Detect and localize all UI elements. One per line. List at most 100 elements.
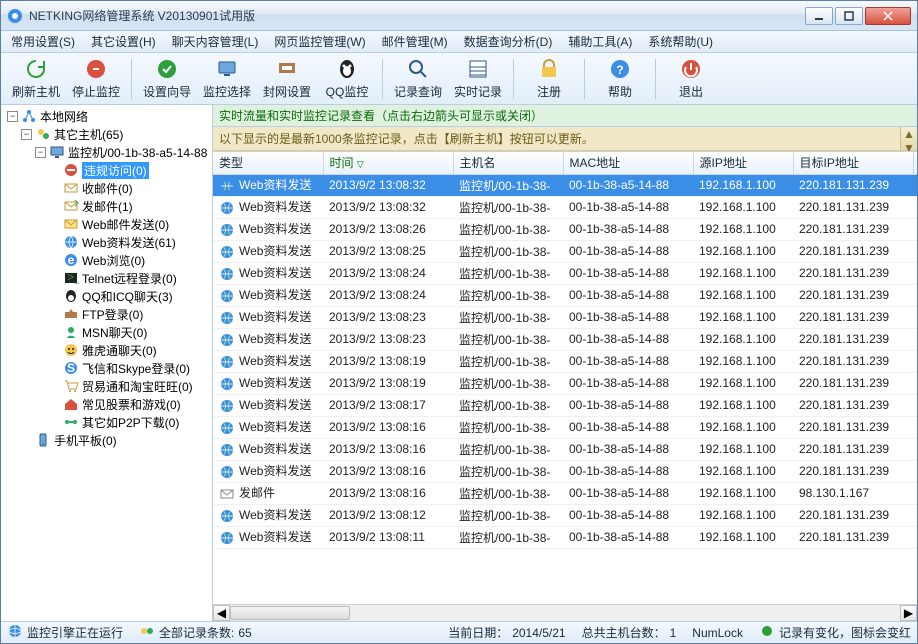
col-header-3[interactable]: MAC地址 <box>563 152 693 174</box>
close-button[interactable] <box>865 7 911 25</box>
col-header-4[interactable]: 源IP地址 <box>693 152 793 174</box>
tree-item-2[interactable]: 发邮件(1) <box>47 197 210 215</box>
app-window: NETKING网络管理系统 V20130901试用版 常用设置(S)其它设置(H… <box>0 0 918 644</box>
scroll-track[interactable] <box>230 605 900 621</box>
toolbar-qq-monitor[interactable]: QQ监控 <box>318 55 376 103</box>
tree-item-12[interactable]: 贸易通和淘宝旺旺(0) <box>47 377 210 395</box>
tree-item-1[interactable]: 收邮件(0) <box>47 179 210 197</box>
cell: 发送信 <box>913 526 917 548</box>
tree-item-3[interactable]: Web邮件发送(0) <box>47 215 210 233</box>
tree-item-8[interactable]: FTP登录(0) <box>47 305 210 323</box>
tree-item-7[interactable]: QQ和ICQ聊天(3) <box>47 287 210 305</box>
table-row[interactable]: Web资料发送2013/9/2 13:08:12监控机/00-1b-38-00-… <box>213 504 917 526</box>
col-header-0[interactable]: 类型 <box>213 152 323 174</box>
col-header-2[interactable]: 主机名 <box>453 152 563 174</box>
tree-item-4[interactable]: Web资料发送(61) <box>47 233 210 251</box>
cell: 向网站 <box>913 262 917 284</box>
menu-item-6[interactable]: 辅助工具(A) <box>562 31 638 52</box>
cell: 192.168.1.100 <box>693 504 793 526</box>
table-row[interactable]: Web资料发送2013/9/2 13:08:32监控机/00-1b-38-00-… <box>213 174 917 196</box>
stop-monitor-icon <box>84 57 108 81</box>
menu-item-7[interactable]: 系统帮助(U) <box>642 31 719 52</box>
tree-label: 收邮件(0) <box>82 180 133 197</box>
toolbar-refresh-hosts[interactable]: 刷新主机 <box>7 55 65 103</box>
table-row[interactable]: Web资料发送2013/9/2 13:08:32监控机/00-1b-38-00-… <box>213 196 917 218</box>
cell: 监控机/00-1b-38- <box>453 328 563 350</box>
cell: 220.181.131.239 <box>793 262 913 284</box>
tree-item-13[interactable]: 常见股票和游戏(0) <box>47 395 210 413</box>
table-row[interactable]: Web资料发送2013/9/2 13:08:16监控机/00-1b-38-00-… <box>213 416 917 438</box>
tree-item-5[interactable]: eWeb浏览(0) <box>47 251 210 269</box>
cell: Web资料发送 <box>213 416 323 438</box>
maximize-button[interactable] <box>835 7 863 25</box>
tree-item-6[interactable]: >_Telnet远程登录(0) <box>47 269 210 287</box>
window-controls <box>805 7 911 25</box>
hint-scroll[interactable]: ▲▼ <box>900 127 917 150</box>
table-row[interactable]: 发邮件2013/9/2 13:08:16监控机/00-1b-38-00-1b-3… <box>213 482 917 504</box>
col-header-5[interactable]: 目标IP地址 <box>793 152 913 174</box>
tree-label: FTP登录(0) <box>82 306 143 323</box>
toolbar-record-query[interactable]: 记录查询 <box>389 55 447 103</box>
tree-item-9[interactable]: MSN聊天(0) <box>47 323 210 341</box>
expander-icon[interactable]: − <box>35 147 46 158</box>
toolbar-stop-monitor[interactable]: 停止监控 <box>67 55 125 103</box>
cell: 监控机/00-1b-38- <box>453 438 563 460</box>
menu-item-5[interactable]: 数据查询分析(D) <box>458 31 559 52</box>
table-row[interactable]: Web资料发送2013/9/2 13:08:19监控机/00-1b-38-00-… <box>213 350 917 372</box>
tree-root[interactable]: −本地网络 <box>5 107 210 125</box>
menubar: 常用设置(S)其它设置(H)聊天内容管理(L)网页监控管理(W)邮件管理(M)数… <box>1 31 917 53</box>
toolbar-block-net[interactable]: 封网设置 <box>258 55 316 103</box>
menu-item-1[interactable]: 其它设置(H) <box>85 31 162 52</box>
col-header-1[interactable]: 时间 ▽ <box>323 152 453 174</box>
col-header-6[interactable]: 标题 <box>913 152 917 174</box>
tree-item-0[interactable]: 违规访问(0) <box>47 161 210 179</box>
menu-item-3[interactable]: 网页监控管理(W) <box>268 31 371 52</box>
cell: 192.168.1.100 <box>693 438 793 460</box>
h-scrollbar[interactable]: ◀ ▶ <box>213 604 917 621</box>
cell: 220.181.131.239 <box>793 504 913 526</box>
tree-item-10[interactable]: 雅虎通聊天(0) <box>47 341 210 359</box>
menu-item-4[interactable]: 邮件管理(M) <box>376 31 454 52</box>
toolbar-register[interactable]: 注册 <box>520 55 578 103</box>
tree-host[interactable]: −监控机/00-1b-38-a5-14-88 <box>33 143 210 161</box>
toolbar-realtime-record[interactable]: 实时记录 <box>449 55 507 103</box>
toolbar-monitor-select[interactable]: 监控选择 <box>198 55 256 103</box>
toolbar-help[interactable]: ?帮助 <box>591 55 649 103</box>
table-row[interactable]: Web资料发送2013/9/2 13:08:23监控机/00-1b-38-00-… <box>213 306 917 328</box>
table-row[interactable]: Web资料发送2013/9/2 13:08:19监控机/00-1b-38-00-… <box>213 372 917 394</box>
scroll-left[interactable]: ◀ <box>213 605 230 621</box>
toolbar-setup-wizard[interactable]: 设置向导 <box>138 55 196 103</box>
hint-bar: 以下显示的是最新1000条监控记录，点击【刷新主机】按钮可以更新。 ▲▼ <box>213 127 917 151</box>
ie-icon: e <box>63 252 79 268</box>
tree-group[interactable]: −其它主机(65) <box>19 125 210 143</box>
menu-item-0[interactable]: 常用设置(S) <box>5 31 81 52</box>
sidebar-tree[interactable]: −本地网络−其它主机(65)−监控机/00-1b-38-a5-14-88违规访问… <box>1 105 213 621</box>
menu-item-2[interactable]: 聊天内容管理(L) <box>166 31 265 52</box>
content-area: −本地网络−其它主机(65)−监控机/00-1b-38-a5-14-88违规访问… <box>1 105 917 621</box>
tree-item-11[interactable]: S飞信和Skype登录(0) <box>47 359 210 377</box>
tree-item-14[interactable]: 其它如P2P下载(0) <box>47 413 210 431</box>
table-row[interactable]: Web资料发送2013/9/2 13:08:26监控机/00-1b-38-00-… <box>213 218 917 240</box>
table-row[interactable]: Web资料发送2013/9/2 13:08:16监控机/00-1b-38-00-… <box>213 460 917 482</box>
register-icon <box>537 57 561 81</box>
cell: 2013/9/2 13:08:19 <box>323 350 453 372</box>
record-table-wrap[interactable]: 类型时间 ▽主机名MAC地址源IP地址目标IP地址标题 Web资料发送2013/… <box>213 151 917 604</box>
toolbar-label: 退出 <box>679 83 703 100</box>
table-row[interactable]: Web资料发送2013/9/2 13:08:24监控机/00-1b-38-00-… <box>213 262 917 284</box>
table-row[interactable]: Web资料发送2013/9/2 13:08:25监控机/00-1b-38-00-… <box>213 240 917 262</box>
expander-icon[interactable]: − <box>7 111 18 122</box>
tree-label: 其它如P2P下载(0) <box>82 414 179 431</box>
table-row[interactable]: Web资料发送2013/9/2 13:08:17监控机/00-1b-38-00-… <box>213 394 917 416</box>
realtime-info-bar[interactable]: 实时流量和实时监控记录查看（点击右边箭头可显示或关闭） <box>213 105 917 127</box>
table-row[interactable]: Web资料发送2013/9/2 13:08:11监控机/00-1b-38-00-… <box>213 526 917 548</box>
scroll-thumb[interactable] <box>230 606 350 620</box>
table-row[interactable]: Web资料发送2013/9/2 13:08:16监控机/00-1b-38-00-… <box>213 438 917 460</box>
cell: 00-1b-38-a5-14-88 <box>563 262 693 284</box>
toolbar-exit[interactable]: 退出 <box>662 55 720 103</box>
tree-mobile[interactable]: 手机平板(0) <box>19 431 210 449</box>
table-row[interactable]: Web资料发送2013/9/2 13:08:23监控机/00-1b-38-00-… <box>213 328 917 350</box>
table-row[interactable]: Web资料发送2013/9/2 13:08:24监控机/00-1b-38-00-… <box>213 284 917 306</box>
expander-icon[interactable]: − <box>21 129 32 140</box>
scroll-right[interactable]: ▶ <box>900 605 917 621</box>
minimize-button[interactable] <box>805 7 833 25</box>
